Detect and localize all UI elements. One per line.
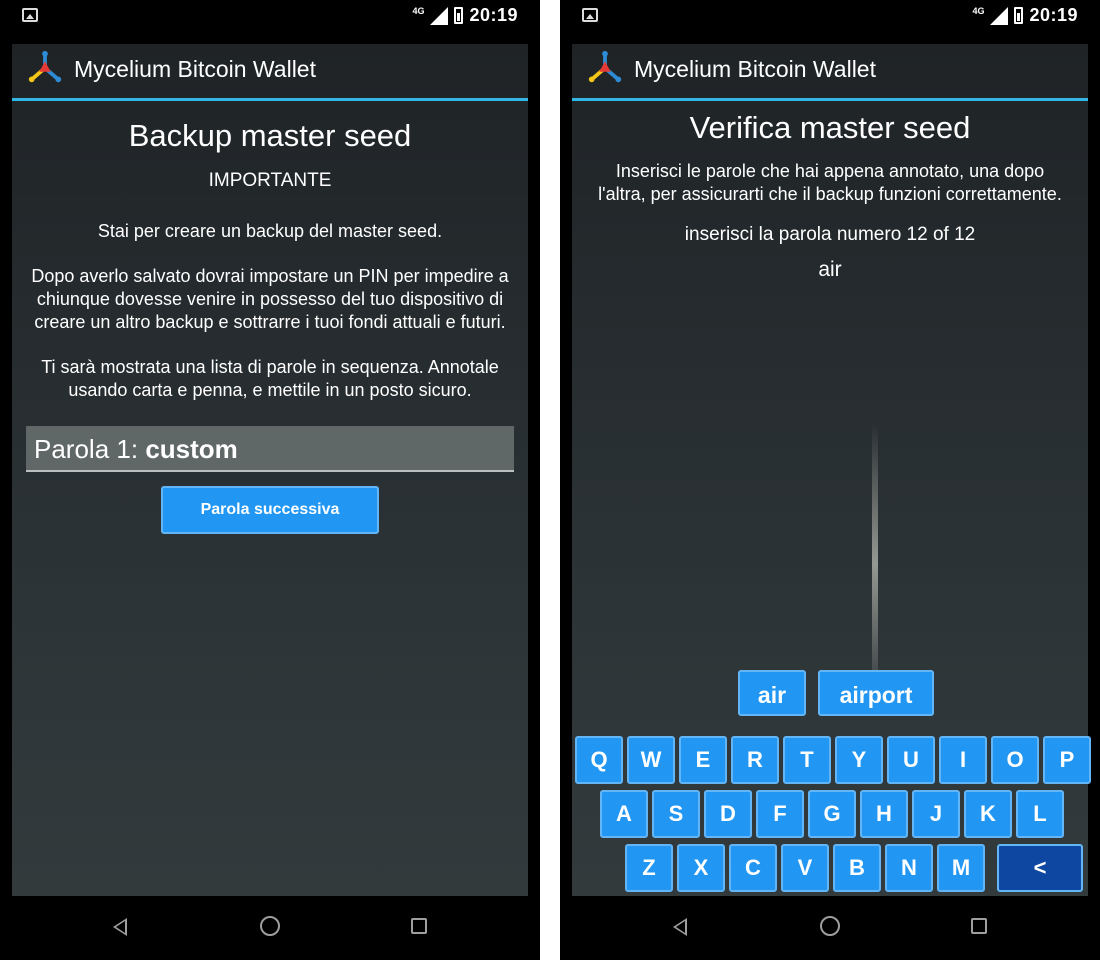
verify-description: Inserisci le parole che hai appena annot… — [598, 161, 1062, 204]
key-k[interactable]: K — [964, 790, 1012, 838]
keyboard-row-1: Q W E R T Y U I O P — [572, 736, 1091, 784]
key-n[interactable]: N — [885, 844, 933, 892]
back-icon[interactable] — [673, 918, 687, 936]
key-o[interactable]: O — [991, 736, 1039, 784]
key-y[interactable]: Y — [835, 736, 883, 784]
status-time: 20:19 — [1029, 5, 1078, 25]
app-title: Mycelium Bitcoin Wallet — [634, 56, 876, 82]
key-b[interactable]: B — [833, 844, 881, 892]
keyboard-row-2: A S D F G H J K L — [572, 790, 1088, 838]
image-notification-icon — [22, 8, 38, 22]
status-bar: 4G 20:19 — [560, 0, 1100, 34]
app-screen: Mycelium Bitcoin Wallet Verifica master … — [572, 44, 1091, 896]
key-j[interactable]: J — [912, 790, 960, 838]
keyboard-row-3: Z X C V B N M < — [572, 844, 1088, 892]
action-bar: Mycelium Bitcoin Wallet — [572, 44, 1088, 101]
word-number-prompt: inserisci la parola numero 12 of 12 — [684, 224, 976, 245]
suggestion-bar: air airport — [572, 670, 1088, 720]
backup-content: Backup master seed IMPORTANTE Stai per c… — [12, 102, 528, 896]
key-s[interactable]: S — [652, 790, 700, 838]
key-p[interactable]: P — [1043, 736, 1091, 784]
action-bar: Mycelium Bitcoin Wallet — [12, 44, 528, 101]
signal-icon — [990, 6, 1009, 25]
typed-word-field[interactable]: air — [572, 258, 1088, 282]
phone-verify-screen: 4G 20:19 Mycelium Bitcoin Wallet Verific… — [560, 0, 1100, 960]
key-d[interactable]: D — [704, 790, 752, 838]
page-title: Verifica master seed — [689, 110, 971, 145]
app-screen: Mycelium Bitcoin Wallet Backup master se… — [12, 44, 528, 896]
home-icon[interactable] — [260, 916, 280, 936]
key-l[interactable]: L — [1016, 790, 1064, 838]
network-type: 4G — [972, 5, 985, 16]
key-f[interactable]: F — [756, 790, 804, 838]
key-e[interactable]: E — [679, 736, 727, 784]
key-g[interactable]: G — [808, 790, 856, 838]
key-a[interactable]: A — [600, 790, 648, 838]
key-q[interactable]: Q — [575, 736, 623, 784]
recents-icon[interactable] — [971, 918, 987, 934]
back-icon[interactable] — [113, 918, 127, 936]
key-v[interactable]: V — [781, 844, 829, 892]
key-c[interactable]: C — [729, 844, 777, 892]
battery-icon — [454, 7, 464, 24]
info-paragraph-1: Stai per creare un backup del master see… — [97, 221, 443, 241]
navigation-bar — [560, 896, 1100, 960]
next-word-button[interactable]: Parola successiva — [161, 486, 379, 534]
seed-word-display: Parola 1: custom — [26, 426, 514, 472]
info-paragraph-2: Dopo averlo salvato dovrai impostare un … — [31, 266, 509, 332]
key-r[interactable]: R — [731, 736, 779, 784]
status-time: 20:19 — [469, 5, 518, 25]
screen-glare — [872, 424, 878, 704]
seed-word-label: Parola 1: — [34, 434, 139, 464]
suggestion-button[interactable]: air — [738, 670, 806, 716]
home-icon[interactable] — [820, 916, 840, 936]
network-type: 4G — [412, 5, 425, 16]
key-z[interactable]: Z — [625, 844, 673, 892]
backspace-key[interactable]: < — [997, 844, 1083, 892]
image-notification-icon — [582, 8, 598, 22]
key-i[interactable]: I — [939, 736, 987, 784]
key-m[interactable]: M — [937, 844, 985, 892]
key-h[interactable]: H — [860, 790, 908, 838]
navigation-bar — [0, 896, 540, 960]
important-label: IMPORTANTE — [208, 170, 332, 191]
signal-icon — [430, 6, 449, 25]
status-bar: 4G 20:19 — [0, 0, 540, 34]
page-title: Backup master seed — [128, 118, 412, 153]
phone-backup-screen: 4G 20:19 Mycelium Bitcoin Wallet Backup … — [0, 0, 540, 960]
key-w[interactable]: W — [627, 736, 675, 784]
key-t[interactable]: T — [783, 736, 831, 784]
battery-icon — [1014, 7, 1024, 24]
app-title: Mycelium Bitcoin Wallet — [74, 56, 316, 82]
info-paragraph-3: Ti sarà mostrata una lista di parole in … — [41, 357, 499, 400]
app-logo-icon — [28, 50, 62, 83]
key-u[interactable]: U — [887, 736, 935, 784]
key-x[interactable]: X — [677, 844, 725, 892]
app-logo-icon — [588, 50, 622, 83]
seed-word-value: custom — [145, 434, 238, 464]
recents-icon[interactable] — [411, 918, 427, 934]
suggestion-button[interactable]: airport — [818, 670, 934, 716]
